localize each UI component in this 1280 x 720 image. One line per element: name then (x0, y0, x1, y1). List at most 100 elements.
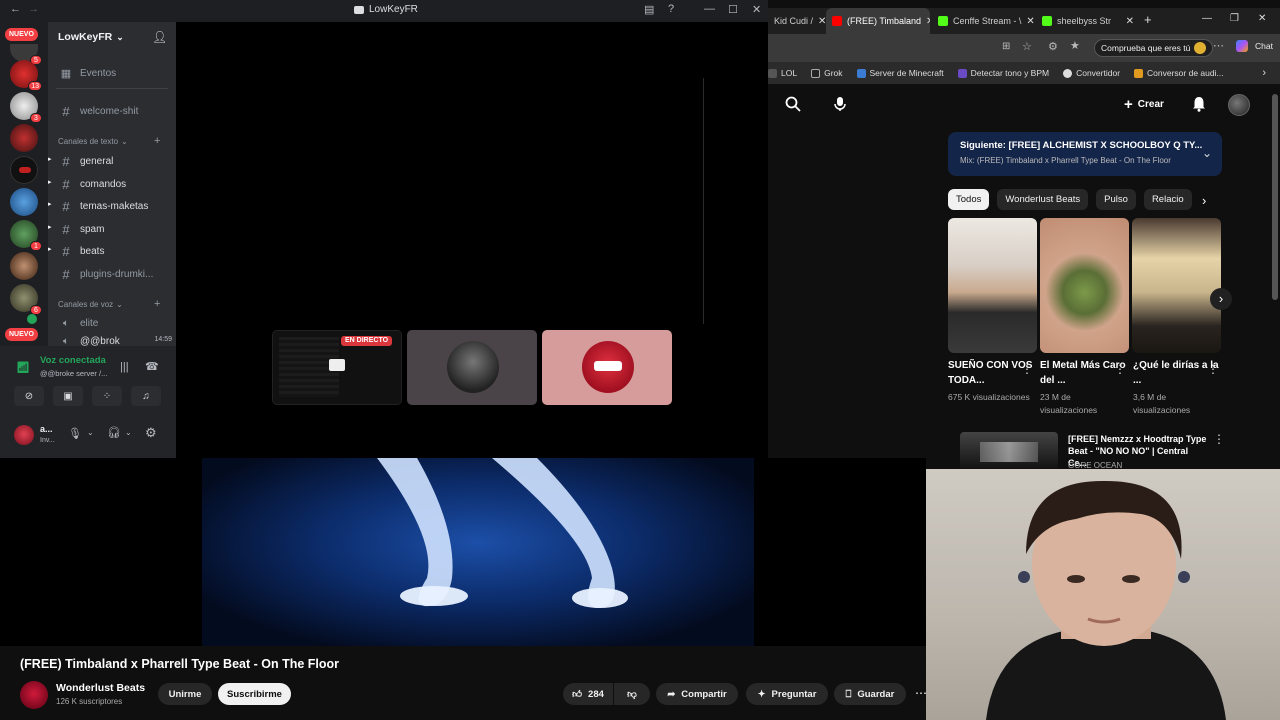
bookmark-lol[interactable]: LOL (768, 68, 797, 78)
noise-suppression-icon[interactable]: ||| (120, 361, 129, 373)
more-vert-icon[interactable]: ⋮ (1114, 362, 1126, 376)
minimize-icon[interactable]: — (1202, 13, 1212, 24)
maximize-icon[interactable]: ❐ (1230, 13, 1239, 24)
more-vert-icon[interactable]: ⋮ (1021, 362, 1033, 376)
channel-plugins[interactable]: # plugins-drumki... (48, 264, 172, 284)
close-icon[interactable]: ✕ (926, 16, 930, 27)
headphones-icon[interactable]: 🎧︎ (107, 426, 121, 439)
voice-channel-brok[interactable]: 🔈︎ @@brok 14:59 (48, 336, 172, 346)
events-item[interactable]: ▦ Eventos (48, 63, 172, 83)
minimize-icon[interactable]: — (704, 3, 715, 15)
voice-server[interactable]: @@broke server /... (40, 369, 107, 378)
chevron-right-icon[interactable]: › (1202, 193, 1206, 208)
disconnect-icon[interactable]: ☎︎ (145, 360, 159, 373)
more-vert-icon[interactable]: ⋮ (1207, 362, 1219, 376)
forward-arrow-icon[interactable]: → (28, 3, 39, 15)
search-icon[interactable] (781, 92, 805, 116)
plus-icon[interactable]: + (154, 298, 160, 310)
bookmark-minecraft[interactable]: Server de Minecraft (856, 68, 944, 78)
video-thumbnail[interactable] (960, 432, 1058, 470)
new-tab-icon[interactable]: + (1144, 12, 1152, 27)
short-thumbnail[interactable] (1040, 218, 1129, 353)
short-thumbnail[interactable] (948, 218, 1037, 353)
category-voice[interactable]: Canales de voz ⌄ (58, 300, 123, 309)
page-scrollbar[interactable] (1272, 94, 1278, 300)
help-icon[interactable]: ? (668, 3, 674, 15)
install-app-icon[interactable]: ⊞ (1002, 41, 1010, 52)
like-button[interactable]: 👍︎ 284 (563, 683, 613, 705)
shorts-next-icon[interactable]: › (1210, 288, 1232, 310)
extensions-icon[interactable]: ⚙ (1048, 40, 1058, 53)
chip-related[interactable]: Relacio (1143, 189, 1192, 210)
chip-all[interactable]: Todos (948, 189, 990, 210)
close-icon[interactable]: ✕ (1026, 16, 1034, 27)
soundboard-button[interactable]: ♫ (131, 386, 161, 406)
chevron-down-icon[interactable]: ⌄ (125, 428, 132, 437)
close-window-icon[interactable]: ✕ (1258, 13, 1266, 24)
verify-pill[interactable]: Comprueba que eres tú (1094, 39, 1214, 57)
channel-beats[interactable]: ▸ # beats (48, 241, 172, 261)
microphone-icon[interactable] (828, 92, 852, 116)
short-thumbnail[interactable] (1132, 218, 1221, 353)
bell-icon[interactable] (1187, 92, 1211, 116)
video-player[interactable] (0, 458, 926, 646)
voice-status[interactable]: Voz conectada (40, 355, 106, 366)
bookmark-convertidor[interactable]: Convertidor (1063, 68, 1120, 78)
bookmark-bpm[interactable]: Detectar tono y BPM (957, 68, 1049, 78)
channel-avatar[interactable] (20, 681, 48, 709)
favorites-icon[interactable]: ★ (1070, 39, 1080, 52)
channel-temas-maketas[interactable]: ▸ # temas-maketas (48, 196, 172, 216)
channel-comandos[interactable]: ▸ # comandos (48, 174, 172, 194)
server-icon[interactable] (10, 124, 38, 152)
close-icon[interactable]: ✕ (752, 3, 761, 16)
plus-icon[interactable]: + (154, 135, 160, 147)
video-frame[interactable] (202, 458, 754, 646)
dislike-button[interactable]: 👎︎ (614, 683, 650, 705)
channel-spam[interactable]: ▸ # spam (48, 219, 172, 239)
maximize-icon[interactable]: ☐ (728, 3, 738, 16)
server-icon[interactable] (10, 252, 38, 280)
participant-tile[interactable] (407, 330, 537, 405)
add-user-icon[interactable]: 👤︎ (152, 30, 167, 44)
voice-channel-elite[interactable]: 🔈︎ elite (48, 313, 172, 333)
create-button[interactable]: + Crear (1124, 93, 1164, 115)
chip-channel[interactable]: Wonderlust Beats (997, 189, 1089, 210)
subscribe-button[interactable]: Suscribirme (218, 683, 291, 705)
bookmark-audio[interactable]: Conversor de audi... (1134, 68, 1224, 78)
recommended-video[interactable]: [FREE] Nemzzz x Hoodtrap Type Beat - "NO… (960, 432, 1225, 470)
more-vert-icon[interactable]: ⋮ (1213, 432, 1225, 446)
participant-tile[interactable] (542, 330, 672, 405)
chat-label[interactable]: Chat (1255, 41, 1273, 51)
server-icon[interactable]: 6 (10, 284, 42, 315)
chevron-down-icon[interactable]: ⌄ (1202, 146, 1212, 160)
save-button[interactable]: ⎕ Guardar (834, 683, 906, 705)
chevron-right-icon[interactable]: › (1262, 67, 1266, 79)
user-avatar[interactable] (14, 425, 34, 445)
inbox-icon[interactable]: ▤ (644, 3, 654, 16)
channel-welcome[interactable]: # welcome-shit (48, 101, 172, 121)
back-arrow-icon[interactable]: ← (10, 3, 21, 15)
more-icon[interactable]: ⋯ (1213, 39, 1224, 52)
server-icon[interactable] (10, 188, 38, 216)
account-avatar[interactable] (1228, 94, 1250, 116)
join-button[interactable]: Unirme (158, 683, 212, 705)
server-icon[interactable]: 13 (10, 60, 42, 91)
up-next-box[interactable]: Siguiente: [FREE] ALCHEMIST X SCHOOLBOY … (948, 132, 1222, 176)
tab-kid-cudi[interactable]: Kid Cudi / ✕ (768, 8, 826, 34)
bookmark-star-icon[interactable]: ☆ (1022, 40, 1032, 53)
screen-share-button[interactable]: ▣ (53, 386, 83, 406)
server-icon[interactable]: 3 (10, 92, 42, 123)
close-icon[interactable]: ✕ (818, 16, 826, 27)
channel-name[interactable]: Wonderlust Beats (56, 682, 145, 694)
channel-general[interactable]: ▸ # general (48, 151, 172, 171)
close-icon[interactable]: ✕ (1126, 16, 1134, 27)
copilot-icon[interactable] (1236, 40, 1248, 52)
tab-kick-1[interactable]: Cenffe Stream - \ ✕ (932, 8, 1036, 34)
share-button[interactable]: ➦ Compartir (656, 683, 738, 705)
bookmark-grok[interactable]: Grok (811, 68, 843, 78)
signal-icon[interactable]: 📶︎ (16, 361, 30, 374)
chevron-down-icon[interactable]: ⌄ (87, 428, 94, 437)
microphone-icon[interactable]: 🎙︎ (68, 427, 82, 440)
activities-button[interactable]: ⁘ (92, 386, 122, 406)
tab-kick-2[interactable]: sheelbyss Str ✕ (1036, 8, 1140, 34)
